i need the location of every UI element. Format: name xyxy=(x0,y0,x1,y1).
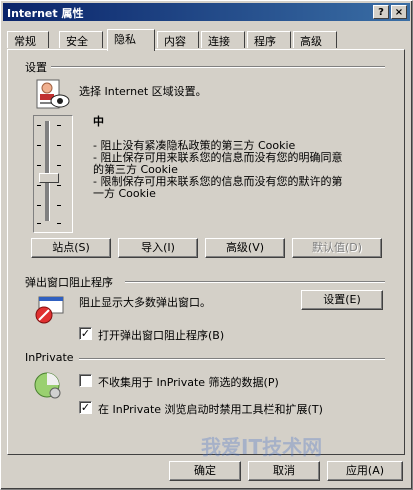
tab-programs[interactable]: 程序 xyxy=(247,31,291,48)
slider-tick xyxy=(37,223,41,224)
inprivate-toolbar-label[interactable]: 在 InPrivate 浏览启动时禁用工具栏和扩展(T) xyxy=(98,401,323,417)
tab-privacy[interactable]: 隐私 xyxy=(107,29,155,51)
inprivate-icon xyxy=(34,372,61,399)
popup-blocker-icon xyxy=(35,296,64,324)
popup-blocker-label[interactable]: 打开弹出窗口阻止程序(B) xyxy=(98,327,224,343)
privacy-slider-thumb[interactable] xyxy=(39,173,59,183)
apply-button[interactable]: 应用(A) xyxy=(327,461,403,481)
slider-tick xyxy=(57,165,61,166)
slider-tick xyxy=(37,125,41,126)
privacy-level: 中 xyxy=(93,115,104,128)
close-button[interactable]: × xyxy=(391,5,407,19)
privacy-slider-track[interactable] xyxy=(45,121,50,221)
slider-tick xyxy=(37,165,41,166)
sites-button[interactable]: 站点(S) xyxy=(31,238,111,258)
tab-advanced[interactable]: 高级 xyxy=(293,31,337,48)
window-title: Internet 属性 xyxy=(7,7,84,20)
inprivate-toolbar-checkbox[interactable]: ✓ xyxy=(79,401,92,414)
settings-group-label: 设置 xyxy=(25,61,47,74)
popup-blocker-checkbox[interactable]: ✓ xyxy=(79,327,92,340)
inprivate-group-label: InPrivate xyxy=(25,351,74,364)
slider-tick xyxy=(57,125,61,126)
advanced-button[interactable]: 高级(V) xyxy=(205,238,285,258)
tab-general[interactable]: 常规 xyxy=(7,31,49,48)
tab-content[interactable]: 内容 xyxy=(157,31,199,48)
popup-group-label: 弹出窗口阻止程序 xyxy=(25,276,113,289)
slider-tick xyxy=(57,145,61,146)
default-button: 默认值(D) xyxy=(292,238,382,258)
internet-options-dialog: Internet 属性 ? × 常规 安全 隐私 内容 连接 程序 高级 设置 … xyxy=(0,0,413,490)
title-bar: Internet 属性 ? × xyxy=(3,3,410,21)
watermark: 我爱IT技术网 xyxy=(201,435,323,459)
cancel-button[interactable]: 取消 xyxy=(248,461,320,481)
slider-tick xyxy=(37,145,41,146)
popup-text: 阻止显示大多数弹出窗口。 xyxy=(79,296,211,309)
popup-settings-button[interactable]: 设置(E) xyxy=(301,290,383,310)
privacy-desc-line: 一方 Cookie xyxy=(93,187,156,200)
help-button[interactable]: ? xyxy=(373,5,389,19)
tab-security[interactable]: 安全 xyxy=(59,31,103,48)
slider-tick xyxy=(37,205,41,206)
inprivate-filter-checkbox[interactable] xyxy=(79,374,92,387)
inprivate-divider xyxy=(79,358,385,360)
settings-instruction: 选择 Internet 区域设置。 xyxy=(79,85,207,98)
ok-button[interactable]: 确定 xyxy=(169,461,241,481)
settings-divider xyxy=(51,66,385,68)
slider-tick xyxy=(57,185,61,186)
tab-connections[interactable]: 连接 xyxy=(201,31,245,48)
popup-divider xyxy=(125,281,385,283)
slider-tick xyxy=(57,223,61,224)
slider-tick xyxy=(37,185,41,186)
inprivate-filter-label[interactable]: 不收集用于 InPrivate 筛选的数据(P) xyxy=(98,374,279,390)
privacy-page-icon xyxy=(36,79,70,109)
slider-tick xyxy=(57,205,61,206)
import-button[interactable]: 导入(I) xyxy=(118,238,198,258)
